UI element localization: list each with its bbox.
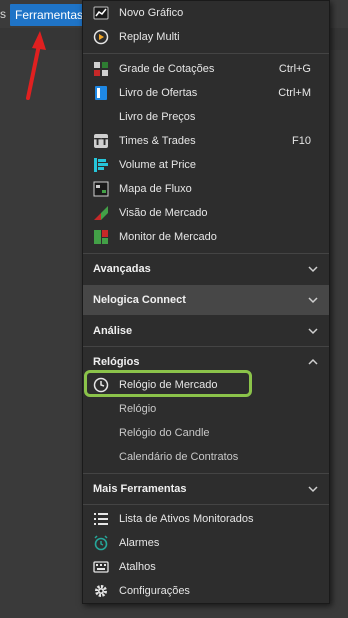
menu-item-configuracoes[interactable]: Configurações xyxy=(83,579,329,603)
menu-item-lista-ativos[interactable]: Lista de Ativos Monitorados xyxy=(83,507,329,531)
volume-price-icon xyxy=(93,157,109,173)
menu-item-grade-cotacoes[interactable]: Grade de Cotações Ctrl+G xyxy=(83,57,329,81)
menu-ferramentas[interactable]: Ferramentas xyxy=(10,4,89,26)
menu-item-mapa-fluxo[interactable]: Mapa de Fluxo xyxy=(83,177,329,201)
menu-item-times-trades[interactable]: TT Times & Trades F10 xyxy=(83,129,329,153)
svg-text:TT: TT xyxy=(94,137,108,148)
menu-item-livro-precos[interactable]: Livro de Preços xyxy=(83,105,329,129)
quote-grid-icon xyxy=(93,61,109,77)
gear-icon xyxy=(93,583,109,599)
section-nelogica-connect[interactable]: Nelogica Connect xyxy=(83,285,329,315)
menu-item-livro-ofertas[interactable]: Livro de Ofertas Ctrl+M xyxy=(83,81,329,105)
highlight-box xyxy=(84,370,252,397)
chevron-down-icon xyxy=(308,266,318,273)
chevron-down-icon xyxy=(308,297,318,304)
menu-item-relogio[interactable]: Relógio xyxy=(83,397,329,421)
ferramentas-dropdown: Novo Gráfico Replay Multi Grade de Cotaç… xyxy=(82,0,330,604)
chevron-down-icon xyxy=(308,328,318,335)
chevron-down-icon xyxy=(308,486,318,493)
menu-item-volume-at-price[interactable]: Volume at Price xyxy=(83,153,329,177)
flow-map-icon xyxy=(93,181,109,197)
keyboard-icon xyxy=(93,559,109,575)
order-book-icon xyxy=(93,85,109,101)
section-mais-ferramentas[interactable]: Mais Ferramentas xyxy=(83,474,329,504)
menu-item-visao-mercado[interactable]: Visão de Mercado xyxy=(83,201,329,225)
menu-item-calendario-contratos[interactable]: Calendário de Contratos xyxy=(83,445,329,469)
chevron-up-icon xyxy=(308,358,318,365)
alarm-icon xyxy=(93,535,109,551)
times-trades-icon: TT xyxy=(93,133,109,149)
separator xyxy=(83,504,329,505)
menu-item-alarmes[interactable]: Alarmes xyxy=(83,531,329,555)
menu-prev-fragment[interactable]: s xyxy=(0,7,6,21)
menu-item-novo-grafico[interactable]: Novo Gráfico xyxy=(83,1,329,25)
menu-item-atalhos[interactable]: Atalhos xyxy=(83,555,329,579)
menu-item-relogio-candle[interactable]: Relógio do Candle xyxy=(83,421,329,445)
list-icon xyxy=(93,511,109,527)
menu-item-replay-multi[interactable]: Replay Multi xyxy=(83,25,329,49)
section-avancadas[interactable]: Avançadas xyxy=(83,254,329,284)
separator xyxy=(83,53,329,54)
replay-icon xyxy=(93,29,109,45)
section-analise[interactable]: Análise xyxy=(83,316,329,346)
market-view-icon xyxy=(93,205,109,221)
menu-item-monitor-mercado[interactable]: Monitor de Mercado xyxy=(83,225,329,249)
new-chart-icon xyxy=(93,5,109,21)
market-monitor-icon xyxy=(93,229,109,245)
